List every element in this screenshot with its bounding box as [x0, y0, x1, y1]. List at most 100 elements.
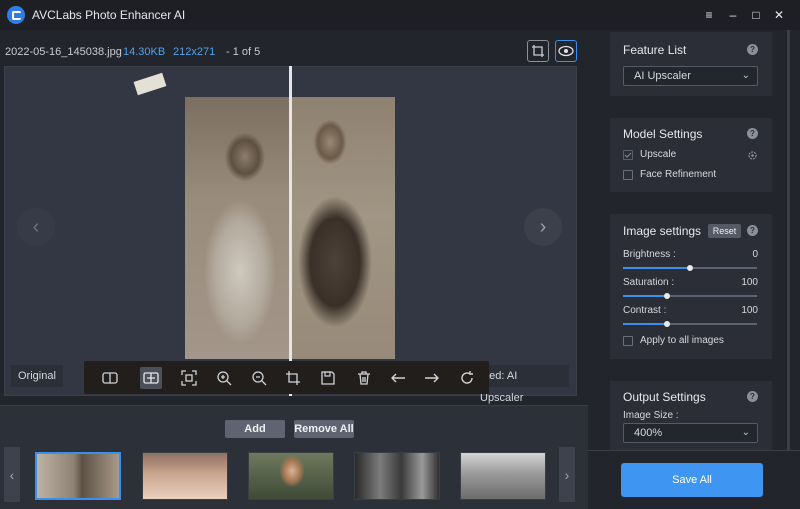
output-settings-card: Output Settings ? Image Size : 400% ⌄: [610, 381, 772, 450]
remove-all-button[interactable]: Remove All: [294, 420, 354, 438]
help-icon[interactable]: ?: [747, 44, 758, 55]
eye-icon: [558, 45, 574, 57]
settings-scrollbar[interactable]: [787, 30, 790, 450]
rotate-button[interactable]: [456, 367, 478, 389]
feature-list-card: Feature List ? AI Upscaler ⌄: [610, 32, 772, 96]
split-view-icon: [102, 372, 118, 384]
prev-image-button[interactable]: ‹: [17, 208, 55, 246]
image-settings-title: Image settings: [623, 224, 702, 238]
thumbnail-5[interactable]: [460, 452, 546, 500]
file-dimensions: 212x271: [173, 46, 216, 58]
chevron-down-icon: ⌄: [741, 70, 750, 81]
help-icon[interactable]: ?: [747, 391, 758, 402]
rotate-icon: [461, 371, 473, 384]
compare-button[interactable]: [140, 367, 162, 389]
file-index: - 1 of 5: [226, 46, 261, 58]
brightness-slider-knob[interactable]: [687, 265, 693, 271]
brightness-value: 0: [752, 249, 758, 260]
apply-all-label: Apply to all images: [640, 335, 724, 346]
crop-icon: [286, 371, 300, 385]
saturation-slider[interactable]: [623, 293, 757, 299]
image-settings-card: Image settings Reset ? Brightness : 0 Sa…: [610, 214, 772, 359]
title-bar: AVCLabs Photo Enhancer AI ≡ – □ ✕: [0, 0, 800, 30]
image-size-label: Image Size :: [623, 410, 679, 421]
saturation-value: 100: [741, 277, 758, 288]
menu-icon[interactable]: ≡: [699, 5, 719, 25]
file-size: 14.30KB: [123, 46, 166, 58]
feature-list-title: Feature List: [623, 43, 687, 57]
gear-icon[interactable]: [747, 150, 758, 161]
divider: [588, 450, 800, 451]
model-settings-title: Model Settings: [623, 127, 703, 141]
chevron-down-icon: ⌄: [741, 427, 750, 438]
redo-arrow-icon: [425, 373, 439, 383]
reset-button[interactable]: Reset: [708, 224, 741, 238]
zoom-out-icon: [252, 371, 267, 386]
compare-icon: [143, 372, 159, 384]
feature-select-value: AI Upscaler: [634, 70, 691, 82]
save-icon: [321, 371, 335, 385]
enhanced-photo-half: [290, 97, 395, 359]
zoom-out-button[interactable]: [248, 367, 270, 389]
model-settings-card: Model Settings ? Upscale Face Refinement: [610, 118, 772, 192]
minimize-icon[interactable]: –: [723, 5, 743, 25]
close-icon[interactable]: ✕: [769, 5, 789, 25]
contrast-value: 100: [741, 305, 758, 316]
saturation-slider-knob[interactable]: [664, 293, 671, 299]
upscale-checkbox[interactable]: [623, 150, 633, 160]
redo-button[interactable]: [421, 367, 443, 389]
image-size-value: 400%: [634, 427, 663, 439]
app-title: AVCLabs Photo Enhancer AI: [32, 8, 186, 22]
delete-button[interactable]: [353, 367, 375, 389]
help-icon[interactable]: ?: [747, 225, 758, 236]
contrast-label: Contrast :: [623, 305, 667, 316]
output-settings-title: Output Settings: [623, 390, 706, 404]
save-all-button[interactable]: Save All: [621, 463, 763, 497]
viewer-toolbar: [84, 361, 489, 394]
image-size-select[interactable]: 400% ⌄: [623, 423, 758, 443]
fit-screen-icon: [181, 370, 197, 386]
thumbnail-3[interactable]: [248, 452, 334, 500]
face-refinement-checkbox[interactable]: [623, 170, 633, 180]
check-icon: [624, 152, 632, 158]
file-name: 2022-05-16_145038.jpg: [5, 46, 122, 58]
delete-icon: [358, 371, 370, 385]
maximize-icon[interactable]: □: [746, 5, 766, 25]
split-view-button[interactable]: [99, 367, 121, 389]
help-icon[interactable]: ?: [747, 128, 758, 139]
feature-select[interactable]: AI Upscaler ⌄: [623, 66, 758, 86]
brightness-slider-fill: [623, 267, 690, 269]
saturation-slider-fill: [623, 295, 668, 297]
comparison-divider-handle[interactable]: [289, 66, 292, 396]
brightness-slider[interactable]: [623, 265, 757, 271]
thumbnails-prev-button[interactable]: ‹: [4, 447, 20, 502]
zoom-in-icon: [217, 371, 232, 386]
crop-icon: [532, 45, 544, 57]
upscale-label: Upscale: [640, 149, 677, 160]
thumbnail-1[interactable]: [35, 452, 121, 500]
face-refinement-label: Face Refinement: [640, 169, 717, 180]
zoom-in-button[interactable]: [213, 367, 235, 389]
thumbnail-4[interactable]: [354, 452, 440, 500]
fit-screen-button[interactable]: [178, 367, 200, 389]
undo-arrow-icon: [391, 373, 405, 383]
app-logo-icon: [7, 6, 25, 24]
file-info-bar: 2022-05-16_145038.jpg 14.30KB 212x271 - …: [0, 30, 588, 66]
undo-button[interactable]: [387, 367, 409, 389]
contrast-slider[interactable]: [623, 321, 757, 327]
preview-toggle-button[interactable]: [555, 40, 577, 62]
brightness-label: Brightness :: [623, 249, 676, 260]
add-button[interactable]: Add: [225, 420, 285, 438]
next-image-button[interactable]: ›: [524, 208, 562, 246]
contrast-slider-knob[interactable]: [664, 321, 671, 327]
thumbnails-next-button[interactable]: ›: [559, 447, 575, 502]
save-button[interactable]: [317, 367, 339, 389]
thumbnail-2[interactable]: [142, 452, 228, 500]
original-label: Original: [11, 365, 63, 387]
contrast-slider-fill: [623, 323, 668, 325]
crop-preview-button[interactable]: [527, 40, 549, 62]
original-photo-half: [185, 97, 290, 359]
crop-button[interactable]: [282, 367, 304, 389]
saturation-label: Saturation :: [623, 277, 675, 288]
apply-all-checkbox[interactable]: [623, 336, 633, 346]
